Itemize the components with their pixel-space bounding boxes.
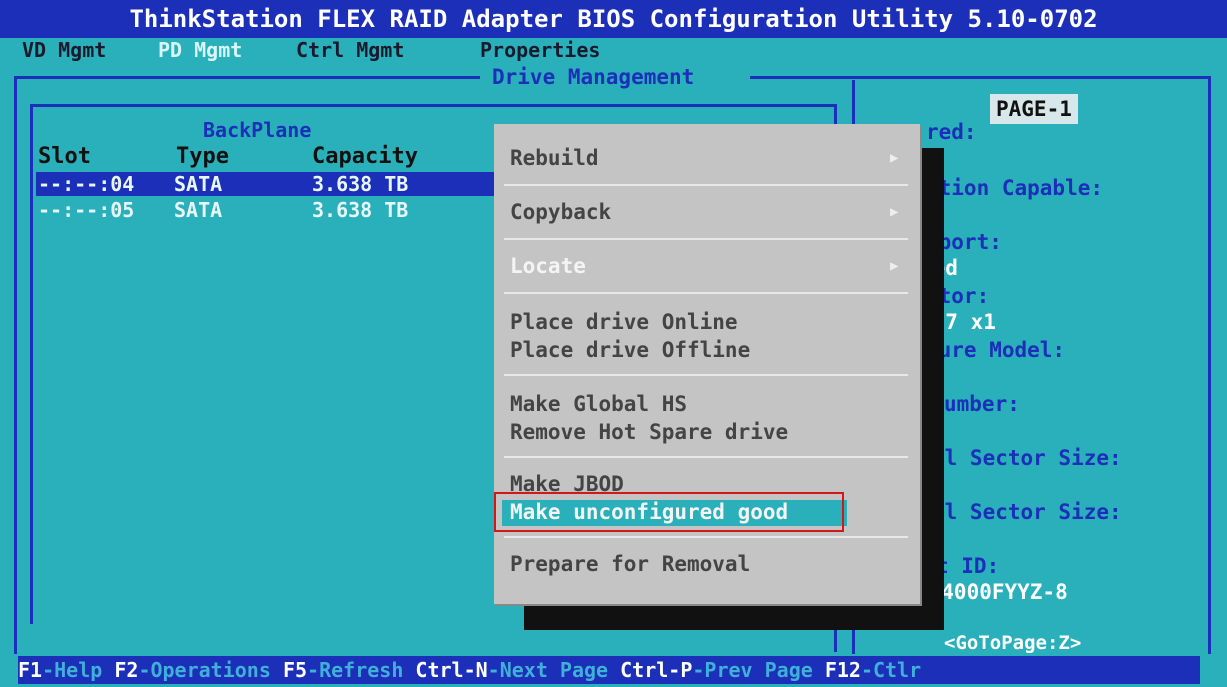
goto-page-label: <GoToPage:Z> (944, 632, 1082, 654)
column-slot: Slot (38, 144, 91, 169)
drive-row[interactable]: --:--:05 SATA 3.638 TB (36, 198, 496, 222)
page-indicator: PAGE-1 (990, 94, 1078, 124)
menu-separator (504, 536, 908, 538)
menu-item-place-offline[interactable]: Place drive Offline (510, 338, 750, 362)
prop-line: al Sector Size: (932, 500, 1122, 524)
drive-operations-menu: Rebuild ▶ Copyback ▶ Locate ▶ Place driv… (494, 124, 920, 604)
frame-top-left (14, 76, 484, 79)
menu-item-prepare-removal[interactable]: Prepare for Removal (510, 552, 750, 576)
menu-item-place-online[interactable]: Place drive Online (510, 310, 738, 334)
submenu-arrow-icon: ▶ (890, 258, 899, 274)
drive-type: SATA (174, 172, 223, 196)
footer-key[interactable]: F1 (18, 658, 42, 682)
menu-separator (504, 184, 908, 186)
frame-left (14, 76, 17, 654)
footer-desc: -Refresh (307, 658, 416, 682)
tab-properties[interactable]: Properties (472, 38, 608, 62)
drive-capacity: 3.638 TB (312, 172, 409, 196)
highlight-annotation-box (494, 492, 844, 532)
drive-capacity: 3.638 TB (312, 198, 409, 222)
footer-desc: -Prev Page (692, 658, 825, 682)
prop-line: t ID: (936, 554, 1000, 578)
menu-item-locate[interactable]: Locate (510, 254, 586, 278)
menu-item-make-global-hs[interactable]: Make Global HS (510, 392, 687, 416)
menu-item-remove-hot-spare[interactable]: Remove Hot Spare drive (510, 420, 788, 444)
panel-frame-left (30, 104, 33, 624)
menu-item-copyback[interactable]: Copyback (510, 200, 611, 224)
panel-frame-top (30, 104, 836, 107)
column-type: Type (176, 144, 229, 169)
footer-desc: -Help (42, 658, 115, 682)
menu-separator (504, 456, 908, 458)
tab-ctrl-mgmt[interactable]: Ctrl Mgmt (288, 38, 412, 62)
frame-right (1208, 76, 1211, 654)
drive-row-selected[interactable]: --:--:04 SATA 3.638 TB (36, 172, 496, 196)
footer-key[interactable]: Ctrl-P (620, 658, 692, 682)
menu-separator (504, 292, 908, 294)
menu-item-rebuild[interactable]: Rebuild (510, 146, 599, 170)
footer-key[interactable]: Ctrl-N (415, 658, 487, 682)
tab-bar: VD Mgmt PD Mgmt Ctrl Mgmt Properties (0, 38, 1227, 62)
drive-type: SATA (174, 198, 223, 222)
prop-line: red: (926, 120, 977, 144)
footer-key[interactable]: F5 (283, 658, 307, 682)
frame-top-right (750, 76, 1210, 79)
submenu-arrow-icon: ▶ (890, 150, 899, 166)
section-title: Drive Management (480, 64, 707, 90)
footer-desc: -Ctlr (860, 658, 922, 682)
tab-vd-mgmt[interactable]: VD Mgmt (14, 38, 114, 62)
footer-desc: -Next Page (487, 658, 621, 682)
prop-line: ption Capable: (926, 176, 1104, 200)
prop-line: al Sector Size: (932, 446, 1122, 470)
column-capacity: Capacity (312, 144, 418, 169)
backplane-label: BackPlane (203, 118, 312, 142)
menu-separator (504, 374, 908, 376)
prop-line: umber: (944, 392, 1020, 416)
drive-slot: --:--:05 (38, 198, 135, 222)
prop-line: sure Model: (926, 338, 1066, 362)
drive-slot: --:--:04 (38, 172, 135, 196)
tab-pd-mgmt[interactable]: PD Mgmt (150, 38, 250, 62)
footer-desc: -Operations (138, 658, 283, 682)
footer-key[interactable]: F2 (114, 658, 138, 682)
menu-separator (504, 238, 908, 240)
footer-key[interactable]: F12 (825, 658, 861, 682)
function-key-bar: F1-Help F2-Operations F5-Refresh Ctrl-N-… (18, 656, 1200, 684)
window-title: ThinkStation FLEX RAID Adapter BIOS Conf… (0, 0, 1227, 38)
submenu-arrow-icon: ▶ (890, 204, 899, 220)
